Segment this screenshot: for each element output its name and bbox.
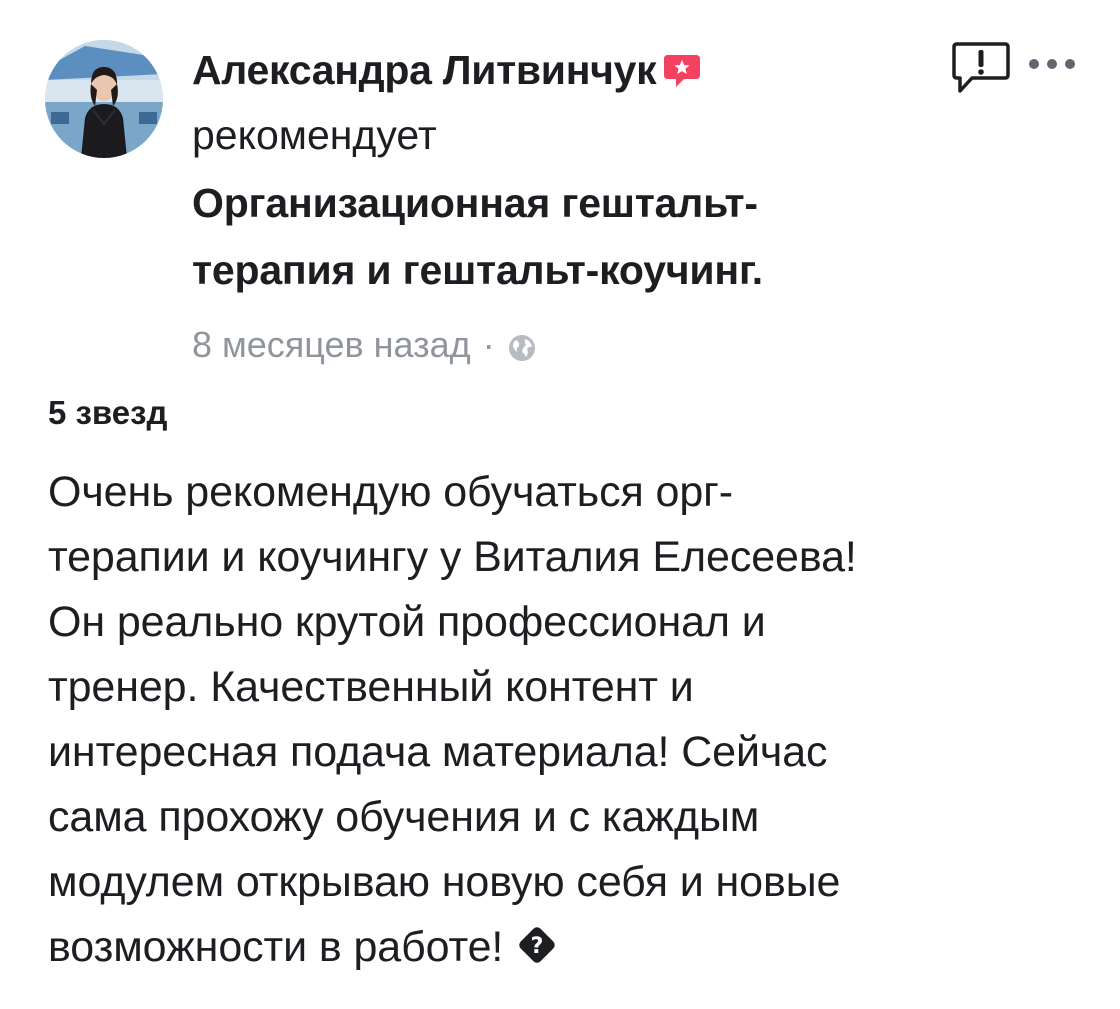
action-text: рекомендует — [192, 112, 437, 158]
avatar-image — [45, 40, 163, 158]
page-name-line: терапия и гештальт-коучинг. — [192, 247, 763, 293]
author-name[interactable]: Александра Литвинчук — [192, 47, 657, 94]
review-post: Александра Литвинчук рекомендует Организ… — [0, 0, 1120, 1009]
review-line: тренер. Качественный контент и — [48, 663, 694, 711]
review-line: возможности в работе! — [48, 923, 504, 971]
review-text: Очень рекомендую обучаться орг- терапии … — [48, 460, 1098, 980]
review-line: Очень рекомендую обучаться орг- — [48, 468, 733, 516]
diamond-emoji-icon: ? — [517, 919, 557, 963]
rating-label: 5 звезд — [48, 394, 168, 431]
author-avatar[interactable] — [45, 40, 163, 158]
review-line: модулем открываю новую себя и новые — [48, 858, 841, 906]
review-line: терапии и коучингу у Виталия Елесеева! — [48, 533, 857, 581]
author-line: Александра Литвинчук — [192, 38, 952, 102]
post-header: Александра Литвинчук рекомендует Организ… — [192, 38, 952, 370]
more-options-icon[interactable] — [1026, 54, 1078, 74]
recommendation-badge-icon — [662, 50, 702, 90]
svg-text:?: ? — [531, 934, 544, 959]
report-icon[interactable] — [952, 40, 1010, 96]
post-meta: 8 месяцев назад · — [192, 320, 952, 370]
review-last-line: возможности в работе! ? — [48, 915, 1098, 980]
review-line: Он реально крутой профессионал и — [48, 598, 766, 646]
page-name-line: Организационная гештальт- — [192, 180, 758, 226]
post-time[interactable]: 8 месяцев назад — [192, 324, 471, 366]
meta-separator: · — [482, 324, 495, 365]
review-line: сама прохожу обучения и с каждым — [48, 793, 760, 841]
review-line: интересная подача материала! Сейчас — [48, 728, 828, 776]
globe-icon — [507, 330, 537, 361]
page-name[interactable]: Организационная гештальт- терапия и гешт… — [192, 170, 952, 304]
